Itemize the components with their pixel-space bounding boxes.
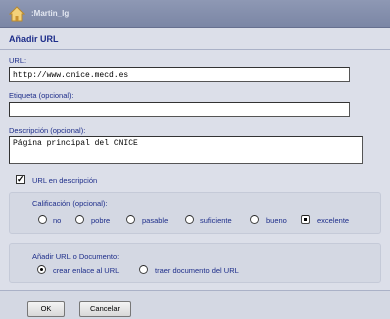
tag-label: Etiqueta (opcional): xyxy=(9,91,74,100)
rating-radio-bueno[interactable] xyxy=(250,215,259,224)
rating-radio-pasable[interactable] xyxy=(126,215,135,224)
rating-option-label: pobre xyxy=(91,216,111,225)
divider xyxy=(0,49,390,50)
rating-radio-suficiente[interactable] xyxy=(185,215,194,224)
rating-label: Calificación (opcional): xyxy=(32,199,108,208)
rating-radio-excelente[interactable] xyxy=(301,215,310,224)
tag-input[interactable] xyxy=(9,102,350,117)
url-label: URL: xyxy=(9,56,27,65)
description-textarea[interactable]: Página principal del CNICE xyxy=(9,136,363,164)
rating-option-label: excelente xyxy=(317,216,350,225)
description-label: Descripción (opcional): xyxy=(9,126,86,135)
add-mode-radio-fetch[interactable] xyxy=(139,265,148,274)
rating-radio-no[interactable] xyxy=(38,215,47,224)
rating-radio-pobre[interactable] xyxy=(75,215,84,224)
rating-option-label: bueno xyxy=(266,216,287,225)
url-in-description-checkbox[interactable]: ✓ xyxy=(16,174,25,184)
title-bar: :Martin_lg xyxy=(0,0,390,28)
dialog-heading: Añadir URL xyxy=(9,34,59,44)
rating-option-label: suficiente xyxy=(200,216,232,225)
rating-option-label: pasable xyxy=(142,216,169,225)
window-title: :Martin_lg xyxy=(31,9,70,18)
rating-option-label: no xyxy=(53,216,62,225)
add-mode-panel xyxy=(9,243,381,283)
add-mode-option-label: crear enlace al URL xyxy=(53,266,120,275)
url-in-description-label: URL en descripción xyxy=(32,176,98,185)
home-icon[interactable] xyxy=(9,6,25,22)
ok-button[interactable]: OK xyxy=(27,301,65,317)
url-input[interactable]: http://www.cnice.mecd.es xyxy=(9,67,350,82)
add-mode-option-label: traer documento del URL xyxy=(155,266,239,275)
add-mode-radio-link[interactable] xyxy=(37,265,46,274)
checkmark-icon: ✓ xyxy=(17,174,25,184)
add-mode-label: Añadir URL o Documento: xyxy=(32,252,120,261)
cancel-button[interactable]: Cancelar xyxy=(79,301,131,317)
